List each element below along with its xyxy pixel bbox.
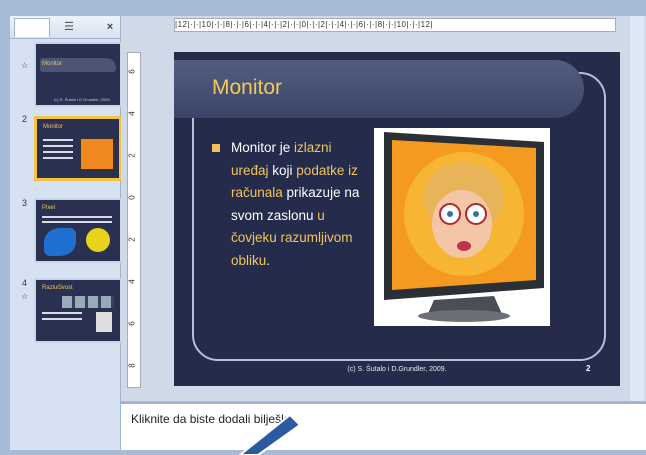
vruler-mark: 8	[127, 363, 137, 368]
slides-panel[interactable]: ☆ Monitor (c) S. Šutalo i D.Grundler, 20…	[10, 16, 122, 450]
app-window: ☆ Monitor (c) S. Šutalo i D.Grundler, 20…	[0, 0, 646, 455]
slide-thumbnail-1[interactable]: Monitor (c) S. Šutalo i D.Grundler, 2009…	[34, 42, 122, 107]
thumbnail-title: Razlučivost	[42, 285, 73, 291]
vruler-mark: 0	[127, 195, 137, 200]
animation-star-icon: ☆	[21, 292, 29, 301]
horizontal-ruler[interactable]: |12|·|·|10|·|·|8|·|·|6|·|·|4|·|·|2|·|·|0…	[174, 18, 616, 32]
panel-tabs: ☰ ×	[10, 16, 120, 39]
slide-number-4: 4	[22, 278, 28, 288]
notes-pane[interactable]: Kliknite da biste dodali bilješke	[121, 402, 646, 450]
thumbnail-fish-image	[44, 228, 76, 256]
slide-number-2: 2	[22, 114, 28, 124]
thumbnail-smiley-image	[86, 228, 110, 252]
bullet-square-icon	[212, 144, 220, 152]
thumbnail-text-line	[42, 318, 82, 320]
thumbnail-text-line	[43, 157, 73, 159]
thumbnail-title: Pixel	[42, 205, 56, 211]
thumbnail-monitor-image	[79, 137, 115, 171]
slide-thumbnail-4[interactable]: Razlučivost	[34, 278, 122, 343]
thumbnail-pixel-grid	[62, 296, 114, 308]
plain-text: Monitor	[231, 140, 280, 155]
close-panel-button[interactable]: ×	[102, 18, 118, 36]
slide-thumbnail-3[interactable]: Pixel	[34, 198, 122, 263]
vruler-mark: 4	[127, 111, 137, 116]
slide-bullet-text[interactable]: Monitor je izlazni uređaj koji podatke i…	[231, 137, 371, 272]
monitor-image[interactable]	[374, 128, 550, 326]
thumbnail-title: Monitor	[43, 124, 64, 130]
vruler-mark: 6	[127, 69, 137, 74]
plain-text: koji	[272, 162, 297, 178]
pointer-arrow-icon	[238, 415, 302, 455]
slide-title[interactable]: Monitor	[212, 76, 282, 100]
thumbnail-text-line	[42, 216, 112, 218]
thumbnail-letter-a-image	[96, 312, 112, 332]
thumbnail-text-line	[43, 151, 73, 153]
plain-text: je	[279, 140, 295, 155]
vruler-mark: 2	[127, 237, 137, 242]
outline-icon: ☰	[64, 21, 74, 33]
vruler-mark: 6	[127, 321, 137, 326]
thumbnail-text-line	[43, 139, 73, 141]
thumbnail-text-line	[42, 312, 82, 314]
thumbnail-text-line	[43, 145, 73, 147]
slide-number: 2	[586, 364, 591, 373]
thumbnail-text-line	[42, 221, 112, 223]
current-slide[interactable]: Monitor Monitor je izlazni uređaj koji p…	[174, 52, 620, 386]
slide-footer: (c) S. Šutalo i D.Grundler, 2009.	[347, 366, 447, 373]
vruler-mark: 2	[127, 153, 137, 158]
animation-star-icon: ☆	[21, 61, 29, 70]
thumbnail-title: Monitor	[42, 61, 63, 67]
vertical-scrollbar[interactable]	[630, 16, 644, 401]
vertical-ruler[interactable]: 6 4 2 0 2 4 6 8	[127, 52, 141, 388]
plain-text: .	[266, 252, 271, 268]
slide-thumbnail-2[interactable]: Monitor	[34, 116, 122, 181]
thumbnail-caption: (c) S. Šutalo i D.Grundler, 2009.	[54, 97, 111, 102]
tab-slides[interactable]	[14, 18, 50, 37]
vruler-mark: 4	[127, 279, 137, 284]
monitor-illustration	[374, 128, 550, 326]
slide-number-3: 3	[22, 198, 28, 208]
tab-outline[interactable]: ☰	[54, 18, 84, 36]
